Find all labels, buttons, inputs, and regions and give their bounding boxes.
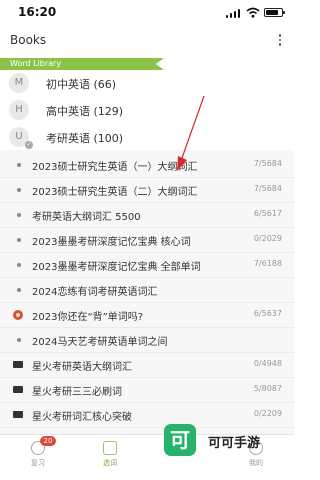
- bullet-icon: [17, 288, 21, 292]
- watermark-text: 可可手游: [208, 436, 261, 451]
- list-item-count: 5/8087: [253, 384, 282, 393]
- selected-check-icon: ✓: [25, 141, 33, 149]
- publisher-logo-icon: [13, 386, 23, 393]
- list-item[interactable]: 星火考研英语大纲词汇 0/4948: [0, 353, 294, 378]
- list-item-count: 0/2209: [253, 409, 282, 418]
- list-item-count: 7/5684: [253, 159, 282, 168]
- list-item[interactable]: 2023你还在“背”单词吗? 6/5637: [0, 303, 294, 328]
- list-item-title: 考研英语大纲词汇 5500: [32, 212, 141, 223]
- word-library-banner: Word Library: [0, 58, 164, 70]
- bullet-icon: [17, 238, 21, 242]
- list-item-title: 2023墨墨考研深度记忆宝典 全部单词: [32, 262, 201, 273]
- book-icon: [103, 441, 117, 455]
- list-item[interactable]: 2023墨墨考研深度记忆宝典 核心词 0/2029: [0, 228, 294, 253]
- bullet-icon: [17, 263, 21, 267]
- publisher-logo-icon: [13, 411, 23, 418]
- hot-badge-icon: [13, 310, 23, 320]
- publisher-logo-icon: [13, 361, 23, 368]
- library-book-item[interactable]: H 高中英语 (129): [0, 97, 294, 124]
- list-item-title: 2023墨墨考研深度记忆宝典 核心词: [32, 237, 191, 248]
- page-title: Books: [10, 33, 47, 47]
- tab-label: 选词: [103, 459, 117, 467]
- vertical-dots-icon[interactable]: [278, 34, 282, 48]
- battery-icon: [264, 8, 285, 17]
- list-item[interactable]: 2023硕士研究生英语（二）大纲词汇 7/5684: [0, 178, 294, 203]
- tab-label: 复习: [31, 459, 45, 467]
- list-item-title: 星火考研三三必刷词: [32, 387, 122, 398]
- bullet-icon: [17, 163, 21, 167]
- word-list: 2023硕士研究生英语（一）大纲词汇 7/5684 2023硕士研究生英语（二）…: [0, 150, 294, 434]
- status-bar: 16:20: [0, 0, 294, 26]
- list-item[interactable]: 2024恋练有词考研英语词汇: [0, 278, 294, 303]
- list-item-count: 0/4948: [253, 359, 282, 368]
- list-item[interactable]: 2024马天艺考研英语单词之间: [0, 328, 294, 353]
- list-item-title: 星火考研英语大纲词汇: [32, 362, 132, 373]
- list-item-count: 0/2029: [253, 234, 282, 243]
- book-name: 高中英语 (129): [46, 105, 124, 118]
- list-item-title: 2023你还在“背”单词吗?: [32, 312, 144, 323]
- status-time: 16:20: [18, 5, 57, 19]
- word-library-label: Word Library: [10, 59, 62, 68]
- list-item-count: 6/5637: [253, 309, 282, 318]
- list-item[interactable]: 考研英语大纲词汇 5500 6/5617: [0, 203, 294, 228]
- book-name: 初中英语 (66): [46, 78, 117, 91]
- library-book-item[interactable]: M 初中英语 (66): [0, 70, 294, 97]
- list-item[interactable]: 星火考研三三必刷词 5/8087: [0, 378, 294, 403]
- tab-label: 我的: [249, 459, 263, 467]
- watermark: 可 可可手游: [164, 424, 284, 458]
- list-item-count: 6/5617: [253, 209, 282, 218]
- library-book-item[interactable]: U ✓ 考研英语 (100): [0, 124, 294, 151]
- signal-icon: [226, 9, 240, 18]
- tab-select-words[interactable]: 选词: [80, 438, 140, 478]
- list-item-title: 星火考研词汇核心突破: [32, 412, 132, 423]
- app-header: Books: [0, 26, 294, 56]
- bullet-icon: [17, 188, 21, 192]
- bullet-icon: [17, 338, 21, 342]
- list-item-count: 7/5684: [253, 184, 282, 193]
- list-item-title: 2024马天艺考研英语单词之间: [32, 337, 168, 348]
- list-item[interactable]: 2023硕士研究生英语（一）大纲词汇 7/5684: [0, 153, 294, 178]
- book-name: 考研英语 (100): [46, 132, 124, 145]
- review-count-badge: 20: [40, 436, 56, 446]
- watermark-logo: 可: [164, 424, 196, 456]
- wifi-icon: [246, 7, 260, 18]
- book-letter-icon: M: [9, 73, 29, 93]
- list-item-title: 2024恋练有词考研英语词汇: [32, 287, 158, 298]
- bullet-icon: [17, 213, 21, 217]
- list-item-title: 2023硕士研究生英语（一）大纲词汇: [32, 162, 198, 173]
- list-item-title: 2023硕士研究生英语（二）大纲词汇: [32, 187, 198, 198]
- book-letter-icon: H: [9, 100, 29, 120]
- tab-review[interactable]: 20 复习: [8, 436, 68, 478]
- list-item-count: 7/6188: [253, 259, 282, 268]
- list-item[interactable]: 2023墨墨考研深度记忆宝典 全部单词 7/6188: [0, 253, 294, 278]
